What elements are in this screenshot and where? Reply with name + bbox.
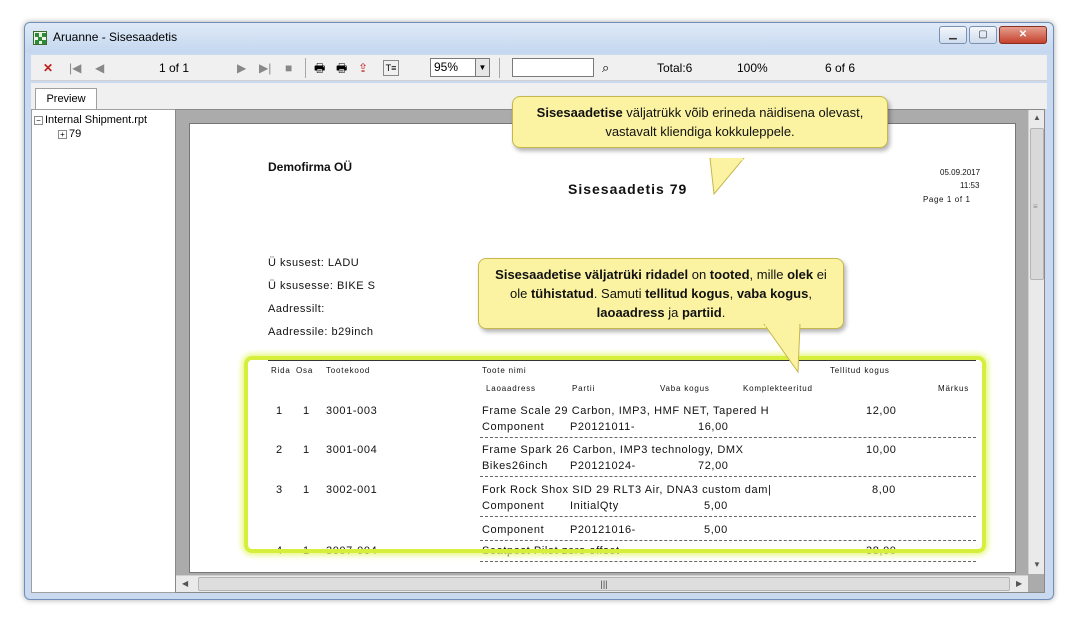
expand-icon[interactable]: +: [58, 130, 67, 139]
callout-top: Sisesaadetise väljatrükk võib erineda nä…: [512, 96, 888, 148]
record-count: 6 of 6: [825, 61, 856, 75]
search-input[interactable]: [512, 58, 594, 77]
stop-icon[interactable]: ✕: [43, 60, 53, 76]
company-name: Demofirma OÜ: [268, 160, 353, 174]
scroll-up-icon[interactable]: ▲: [1033, 113, 1041, 122]
app-icon: [33, 31, 47, 45]
page-indicator: 1 of 1: [159, 61, 190, 75]
callout-middle: Sisesaadetise väljatrüki ridadel on toot…: [478, 258, 844, 329]
scroll-left-icon[interactable]: ◀: [182, 579, 188, 588]
to-unit: Ü ksusesse: BIKE S: [268, 280, 376, 292]
scroll-down-icon[interactable]: ▼: [1033, 560, 1041, 569]
zoom-select[interactable]: 95% ▼: [430, 58, 490, 77]
report-time: 11:53: [960, 181, 980, 190]
table-highlight-frame: [244, 356, 986, 553]
vertical-scrollbar[interactable]: ▲ ≡ ▼: [1028, 110, 1044, 574]
horizontal-scrollbar[interactable]: ◀ ||| ▶: [176, 575, 1028, 592]
group-tree-icon[interactable]: T≡: [383, 60, 399, 76]
percent-label: 100%: [737, 61, 768, 75]
close-button[interactable]: ✕: [999, 26, 1047, 44]
report-date: 05.09.2017: [940, 168, 981, 177]
report-title: Sisesaadetis 79: [568, 181, 688, 197]
callout-middle-pointer: [763, 324, 801, 374]
tree-item-79[interactable]: +79: [58, 128, 81, 140]
maximize-button[interactable]: ▢: [969, 26, 997, 44]
collapse-icon[interactable]: −: [34, 116, 43, 125]
total-label: Total:6: [657, 61, 693, 75]
minimize-button[interactable]: ▁: [939, 26, 967, 44]
callout-top-pointer: [709, 158, 745, 196]
first-page-icon[interactable]: |◀: [69, 60, 81, 76]
toolbar: ✕ |◀ ◀ 1 of 1 ▶ ▶| ■ 🖶 🖶 ⇪ T≡ 95% ▼ ⌕ To…: [31, 55, 1047, 81]
last-page-icon[interactable]: ▶|: [259, 60, 271, 76]
scroll-right-icon[interactable]: ▶: [1016, 579, 1022, 588]
export-icon[interactable]: ⇪: [358, 60, 368, 76]
grip-icon: ≡: [1033, 202, 1038, 211]
group-tree: − Internal Shipment.rpt +79: [31, 109, 177, 593]
tree-item-root[interactable]: − Internal Shipment.rpt: [34, 114, 147, 126]
window-title: Aruanne - Sisesaadetis: [53, 30, 178, 44]
from-unit: Ü ksusest: LADU: [268, 257, 360, 269]
prev-page-icon[interactable]: ◀: [95, 60, 104, 76]
tab-preview[interactable]: Preview: [35, 88, 97, 110]
horizontal-scroll-thumb[interactable]: |||: [198, 577, 1010, 591]
print-setup-icon[interactable]: 🖶: [336, 60, 347, 76]
to-address: Aadressile: b29inch: [268, 326, 374, 338]
zoom-value: 95%: [434, 60, 459, 74]
chevron-down-icon[interactable]: ▼: [475, 59, 489, 76]
stop-square-icon[interactable]: ■: [285, 60, 292, 76]
print-icon[interactable]: 🖶: [314, 60, 325, 76]
from-address: Aadressilt:: [268, 303, 325, 315]
report-page-number: Page 1 of 1: [923, 195, 971, 204]
next-page-icon[interactable]: ▶: [237, 60, 246, 76]
binoculars-icon[interactable]: ⌕: [602, 60, 609, 76]
title-bar[interactable]: Aruanne - Sisesaadetis ▁ ▢ ✕: [25, 23, 1053, 53]
